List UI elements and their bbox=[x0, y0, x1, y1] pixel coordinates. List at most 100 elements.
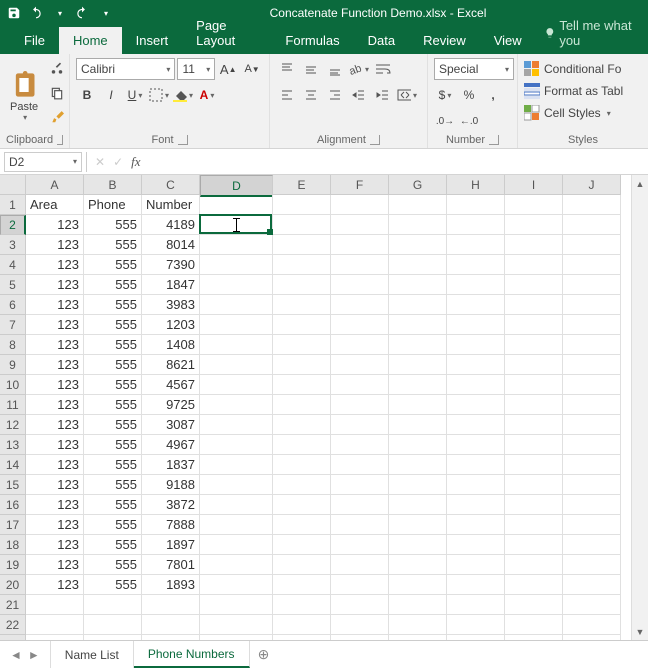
fx-icon[interactable]: fx bbox=[131, 154, 140, 170]
cell[interactable] bbox=[447, 435, 505, 455]
cell[interactable]: 555 bbox=[84, 435, 142, 455]
cell[interactable] bbox=[389, 315, 447, 335]
cell[interactable] bbox=[563, 215, 621, 235]
cell[interactable] bbox=[273, 455, 331, 475]
wrap-text-button[interactable] bbox=[372, 58, 394, 80]
cell[interactable] bbox=[26, 595, 84, 615]
cell[interactable]: 123 bbox=[26, 575, 84, 595]
row-header[interactable]: 13 bbox=[0, 435, 26, 455]
cell[interactable] bbox=[389, 575, 447, 595]
cell[interactable]: 8621 bbox=[142, 355, 200, 375]
cell[interactable] bbox=[505, 555, 563, 575]
cell[interactable] bbox=[505, 535, 563, 555]
align-left-button[interactable] bbox=[276, 84, 298, 106]
cell[interactable] bbox=[331, 615, 389, 635]
orientation-button[interactable]: ab▾ bbox=[348, 58, 370, 80]
cell[interactable] bbox=[200, 375, 273, 395]
cell[interactable] bbox=[200, 455, 273, 475]
cell[interactable] bbox=[273, 615, 331, 635]
cell[interactable] bbox=[273, 335, 331, 355]
cell[interactable] bbox=[273, 535, 331, 555]
cell[interactable] bbox=[273, 355, 331, 375]
cell[interactable]: 555 bbox=[84, 495, 142, 515]
cell[interactable] bbox=[505, 595, 563, 615]
cell[interactable] bbox=[200, 515, 273, 535]
cell[interactable] bbox=[84, 615, 142, 635]
cell[interactable] bbox=[563, 375, 621, 395]
accounting-button[interactable]: $▾ bbox=[434, 84, 456, 106]
cell[interactable] bbox=[563, 475, 621, 495]
cell[interactable] bbox=[331, 415, 389, 435]
cell[interactable] bbox=[447, 195, 505, 215]
tab-page-layout[interactable]: Page Layout bbox=[182, 12, 271, 54]
dialog-launcher-icon[interactable] bbox=[489, 135, 499, 145]
cell[interactable] bbox=[200, 495, 273, 515]
cell[interactable] bbox=[273, 255, 331, 275]
name-box[interactable]: D2▾ bbox=[4, 152, 82, 172]
cell[interactable] bbox=[447, 335, 505, 355]
cell[interactable]: 4567 bbox=[142, 375, 200, 395]
cell[interactable] bbox=[273, 395, 331, 415]
align-top-button[interactable] bbox=[276, 58, 298, 80]
cell[interactable] bbox=[447, 415, 505, 435]
scroll-up-icon[interactable]: ▲ bbox=[632, 175, 648, 192]
cell[interactable] bbox=[331, 435, 389, 455]
cell[interactable]: 3087 bbox=[142, 415, 200, 435]
cell[interactable] bbox=[200, 335, 273, 355]
undo-dropdown-icon[interactable]: ▾ bbox=[52, 5, 68, 21]
row-header[interactable]: 22 bbox=[0, 615, 26, 635]
cell[interactable] bbox=[331, 595, 389, 615]
cell[interactable] bbox=[389, 395, 447, 415]
formula-input[interactable] bbox=[149, 152, 648, 172]
cell[interactable] bbox=[331, 515, 389, 535]
underline-button[interactable]: U▾ bbox=[124, 84, 146, 106]
align-bottom-button[interactable] bbox=[324, 58, 346, 80]
cell[interactable] bbox=[563, 435, 621, 455]
cell[interactable] bbox=[505, 295, 563, 315]
cell[interactable]: 555 bbox=[84, 315, 142, 335]
cell[interactable] bbox=[200, 295, 273, 315]
cell[interactable]: 123 bbox=[26, 315, 84, 335]
cell[interactable] bbox=[26, 615, 84, 635]
cell[interactable] bbox=[563, 195, 621, 215]
decrease-decimal-button[interactable]: ←.0 bbox=[458, 110, 480, 132]
cell[interactable] bbox=[563, 295, 621, 315]
decrease-indent-button[interactable] bbox=[348, 84, 370, 106]
cell[interactable] bbox=[389, 555, 447, 575]
cell[interactable] bbox=[447, 395, 505, 415]
cell[interactable]: 1408 bbox=[142, 335, 200, 355]
column-header[interactable]: D bbox=[200, 175, 273, 197]
fill-color-button[interactable]: ▾ bbox=[172, 84, 194, 106]
dialog-launcher-icon[interactable] bbox=[370, 135, 380, 145]
cell[interactable] bbox=[505, 195, 563, 215]
cell[interactable] bbox=[389, 435, 447, 455]
cell[interactable] bbox=[273, 375, 331, 395]
cell[interactable] bbox=[447, 535, 505, 555]
cell[interactable] bbox=[331, 575, 389, 595]
cell[interactable] bbox=[331, 495, 389, 515]
cell[interactable] bbox=[273, 235, 331, 255]
cell[interactable] bbox=[200, 355, 273, 375]
cell[interactable] bbox=[389, 455, 447, 475]
cell[interactable] bbox=[200, 395, 273, 415]
cell[interactable] bbox=[389, 595, 447, 615]
tab-insert[interactable]: Insert bbox=[122, 27, 183, 54]
save-icon[interactable] bbox=[6, 5, 22, 21]
cell[interactable]: 1897 bbox=[142, 535, 200, 555]
cell[interactable] bbox=[331, 315, 389, 335]
column-header[interactable]: C bbox=[142, 175, 200, 195]
row-header[interactable]: 3 bbox=[0, 235, 26, 255]
cell[interactable] bbox=[273, 275, 331, 295]
cell[interactable] bbox=[447, 355, 505, 375]
cell[interactable] bbox=[563, 395, 621, 415]
row-header[interactable]: 6 bbox=[0, 295, 26, 315]
cell[interactable] bbox=[331, 235, 389, 255]
cell[interactable] bbox=[447, 495, 505, 515]
cell[interactable]: 123 bbox=[26, 355, 84, 375]
cell[interactable] bbox=[200, 615, 273, 635]
cell[interactable]: 1837 bbox=[142, 455, 200, 475]
cell[interactable] bbox=[389, 275, 447, 295]
cell[interactable]: 3872 bbox=[142, 495, 200, 515]
cell[interactable] bbox=[200, 255, 273, 275]
cell[interactable] bbox=[447, 595, 505, 615]
